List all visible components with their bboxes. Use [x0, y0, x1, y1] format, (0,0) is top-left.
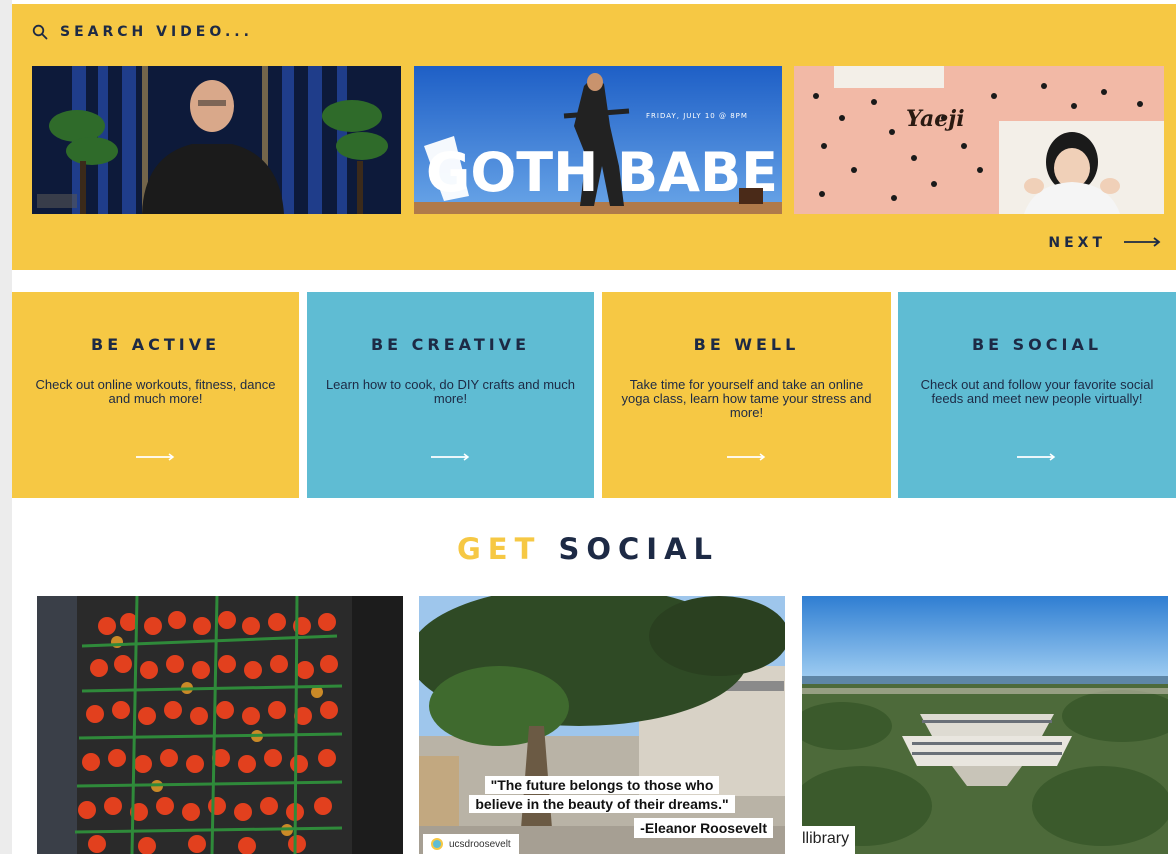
search-placeholder: SEARCH VIDEO... — [60, 24, 253, 40]
tomatoes-image — [37, 596, 403, 854]
arrow-right-icon — [1017, 448, 1057, 466]
card-be-well[interactable]: BE WELL Take time for yourself and take … — [602, 292, 891, 498]
quote-line-2: believe in the beauty of their dreams." — [469, 795, 735, 813]
category-cards: BE ACTIVE Check out online workouts, fit… — [12, 292, 1176, 498]
quote-text: "The future belongs to those who believe… — [429, 776, 775, 814]
quote-line-1: "The future belongs to those who — [484, 776, 720, 794]
account-avatar-icon — [431, 838, 443, 850]
video-section: SEARCH VIDEO... GOTH BABE FRIDAY, JULY 1… — [12, 4, 1176, 270]
video-thumbnail-goth-babe[interactable]: GOTH BABE FRIDAY, JULY 10 @ 8PM — [414, 66, 782, 214]
library-aerial-image — [802, 596, 1168, 854]
fitness-video-image — [32, 66, 401, 214]
heading-part-1: GET — [456, 532, 542, 566]
page-gutter — [0, 0, 12, 854]
heading-part-2: SOCIAL — [558, 532, 720, 566]
card-title: BE WELL — [693, 335, 800, 354]
library-caption: llibrary — [802, 826, 856, 854]
card-be-creative[interactable]: BE CREATIVE Learn how to cook, do DIY cr… — [307, 292, 594, 498]
goth-date: FRIDAY, JULY 10 @ 8PM — [646, 112, 748, 120]
yaeji-text: Yaeji — [906, 106, 965, 132]
get-social-heading: GET SOCIAL — [0, 532, 1176, 566]
card-description: Check out online workouts, fitness, danc… — [35, 377, 276, 406]
next-label: NEXT — [1048, 235, 1106, 251]
card-title: BE ACTIVE — [91, 335, 220, 354]
campus-trees-image — [419, 596, 785, 854]
video-thumbnail-yaeji[interactable]: Yaeji — [794, 66, 1164, 214]
goth-text: GOTH BABE — [426, 141, 778, 204]
social-post-tomatoes[interactable] — [37, 596, 403, 854]
card-be-social[interactable]: BE SOCIAL Check out and follow your favo… — [898, 292, 1176, 498]
quote-author: -Eleanor Roosevelt — [634, 818, 773, 838]
account-handle-badge[interactable]: ucsdroosevelt — [423, 834, 519, 854]
card-title: BE SOCIAL — [971, 335, 1103, 354]
goth-babe-video-image: GOTH BABE FRIDAY, JULY 10 @ 8PM — [414, 66, 782, 214]
card-description: Learn how to cook, do DIY crafts and muc… — [325, 377, 576, 406]
card-be-active[interactable]: BE ACTIVE Check out online workouts, fit… — [12, 292, 299, 498]
card-title: BE CREATIVE — [370, 335, 530, 354]
social-post-library[interactable]: llibrary — [802, 596, 1168, 854]
yaeji-video-image: Yaeji — [794, 66, 1164, 214]
account-handle: ucsdroosevelt — [449, 838, 511, 850]
video-thumbnail-fitness[interactable] — [32, 66, 401, 214]
search-video-input[interactable]: SEARCH VIDEO... — [32, 24, 253, 40]
card-description: Take time for yourself and take an onlin… — [621, 377, 872, 420]
arrow-right-icon — [1124, 234, 1162, 252]
search-icon — [32, 24, 48, 40]
social-post-quote[interactable]: "The future belongs to those who believe… — [419, 596, 785, 854]
card-description: Check out and follow your favorite socia… — [920, 377, 1154, 406]
arrow-right-icon — [726, 448, 767, 466]
next-button[interactable]: NEXT — [1048, 234, 1162, 252]
arrow-right-icon — [430, 448, 471, 466]
arrow-right-icon — [135, 448, 176, 466]
